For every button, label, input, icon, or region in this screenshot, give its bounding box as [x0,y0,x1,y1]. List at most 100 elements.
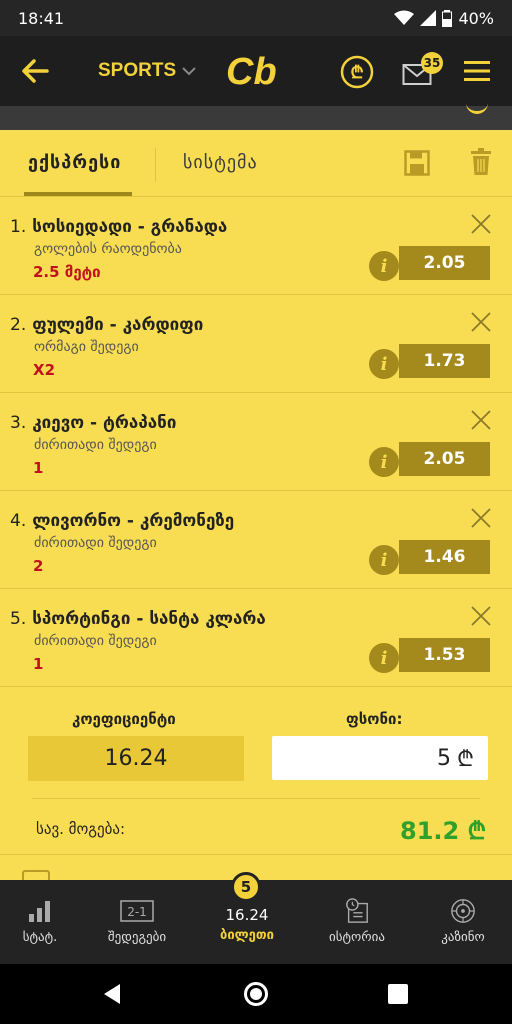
odds-button[interactable]: 1.46 [399,540,490,574]
ticket-count-badge: 5 [231,872,261,902]
bet-number: 5. [10,609,27,629]
coefficient-label: კოეფიციენტი [72,710,176,728]
nav-results-label: შედეგები [107,930,167,945]
scoreboard-icon: 2-1 [120,900,154,922]
bet-pick: X2 [33,361,56,379]
bottom-nav: სტატ. 2-1 შედეგები 5 16.24 ბილეთი ისტორი… [0,872,512,964]
home-icon[interactable] [244,982,268,1006]
bet-number: 3. [10,413,27,433]
bet-number: 2. [10,315,27,335]
ticket-coefficient: 16.24 [225,906,269,924]
bet-title: 2. ფულემი - კარდიფი [10,315,203,335]
bet-number: 1. [10,217,27,237]
bet-pick: 1 [33,655,44,673]
nav-ticket[interactable]: 5 16.24 ბილეთი [197,872,297,964]
info-icon[interactable]: i [369,251,399,281]
menu-icon[interactable] [462,58,492,84]
status-icons: 40% [394,9,494,28]
info-icon[interactable]: i [369,447,399,477]
bet-item: 2. ფულემი - კარდიფი ორმაგი შედეგი X2 i 1.… [0,295,512,393]
tab-system[interactable]: სისტემა [183,152,258,173]
background-peek-icon [466,100,488,114]
divider [0,854,512,855]
sports-dropdown[interactable]: SPORTS [98,60,196,82]
recent-apps-icon[interactable] [388,984,408,1004]
bet-item: 1. სოსიედადი - გრანადა გოლების რაოდენობა … [0,197,512,295]
battery-percent: 40% [458,8,494,28]
history-icon [346,898,368,923]
checkbox[interactable] [22,870,50,880]
logo[interactable]: Cb [224,50,288,92]
wifi-icon [394,10,415,25]
nav-history-label: ისტორია [329,930,385,945]
bet-market: ძირითადი შედეგი [34,633,157,649]
bet-market: ორმაგი შედეგი [34,339,139,355]
arrow-left-icon [22,59,49,83]
tab-active-indicator [24,192,132,196]
close-icon[interactable] [470,409,492,431]
bet-item: 4. ლივორნო - კრემონეზე ძირითადი შედეგი 2 … [0,491,512,589]
back-button[interactable] [18,56,52,86]
nav-history[interactable]: ისტორია [307,880,407,964]
nav-casino[interactable]: კაზინო [413,880,512,964]
nav-stats[interactable]: სტატ. [0,880,90,964]
nav-casino-label: კაზინო [441,930,485,945]
slip-summary: კოეფიციენტი ფსონი: 16.24 5 ₾ სავ. მოგება… [0,688,512,880]
info-icon[interactable]: i [369,349,399,379]
scoreboard-text: 2-1 [127,905,147,919]
sports-label: SPORTS [98,60,177,81]
bet-pick: 1 [33,459,44,477]
possible-win-label: სავ. მოგება: [36,820,126,838]
bet-match: კიევო - ტრაპანი [32,413,177,433]
mail-badge: 35 [421,52,443,74]
bet-market: ძირითადი შედეგი [34,535,157,551]
possible-win-value: 81.2 ₾ [400,817,487,845]
info-icon[interactable]: i [369,643,399,673]
trash-icon[interactable] [470,148,492,176]
svg-text:₾: ₾ [350,63,363,83]
nav-results[interactable]: 2-1 შედეგები [87,880,187,964]
battery-icon [442,9,453,27]
odds-button[interactable]: 1.53 [399,638,490,672]
stake-label: ფსონი: [346,710,403,728]
status-time: 18:41 [18,8,65,28]
bet-market: ძირითადი შედეგი [34,437,157,453]
stake-input[interactable]: 5 ₾ [272,736,488,780]
bet-title: 1. სოსიედადი - გრანადა [10,217,227,237]
coefficient-value: 16.24 [28,736,244,781]
bet-market: გოლების რაოდენობა [34,241,182,257]
save-icon[interactable] [404,150,430,176]
balance-coin-icon[interactable]: ₾ [340,55,374,89]
close-icon[interactable] [470,507,492,529]
back-triangle-icon[interactable] [102,982,122,1006]
currency-symbol: ₾ [457,747,474,772]
app-header: SPORTS Cb ₾ 35 [0,36,512,106]
odds-button[interactable]: 1.73 [399,344,490,378]
bet-pick: 2.5 მეტი [33,263,101,281]
bet-item: 3. კიევო - ტრაპანი ძირითადი შედეგი 1 i 2.… [0,393,512,491]
close-icon[interactable] [470,213,492,235]
status-bar: 18:41 40% [0,0,512,36]
signal-icon [420,10,437,26]
bet-match: ლივორნო - კრემონეზე [32,511,235,531]
stake-value: 5 [437,745,452,771]
close-icon[interactable] [470,311,492,333]
background-content-strip [0,106,512,130]
system-nav-bar [0,964,512,1024]
info-icon[interactable]: i [369,545,399,575]
nav-ticket-label: ბილეთი [220,928,274,943]
bet-title: 4. ლივორნო - კრემონეზე [10,511,234,531]
bet-match: სპორტინგი - სანტა კლარა [32,609,266,629]
odds-button[interactable]: 2.05 [399,246,490,280]
logo-text: Cb [226,51,277,92]
slip-tabs: ექსპრესი სისტემა [0,130,512,197]
bet-number: 4. [10,511,27,531]
close-icon[interactable] [470,605,492,627]
roulette-icon [451,899,475,923]
bet-title: 3. კიევო - ტრაპანი [10,413,176,433]
tab-divider [155,148,156,182]
tab-express[interactable]: ექსპრესი [28,152,121,173]
odds-button[interactable]: 2.05 [399,442,490,476]
bet-title: 5. სპორტინგი - სანტა კლარა [10,609,266,629]
bet-match: სოსიედადი - გრანადა [32,217,228,237]
